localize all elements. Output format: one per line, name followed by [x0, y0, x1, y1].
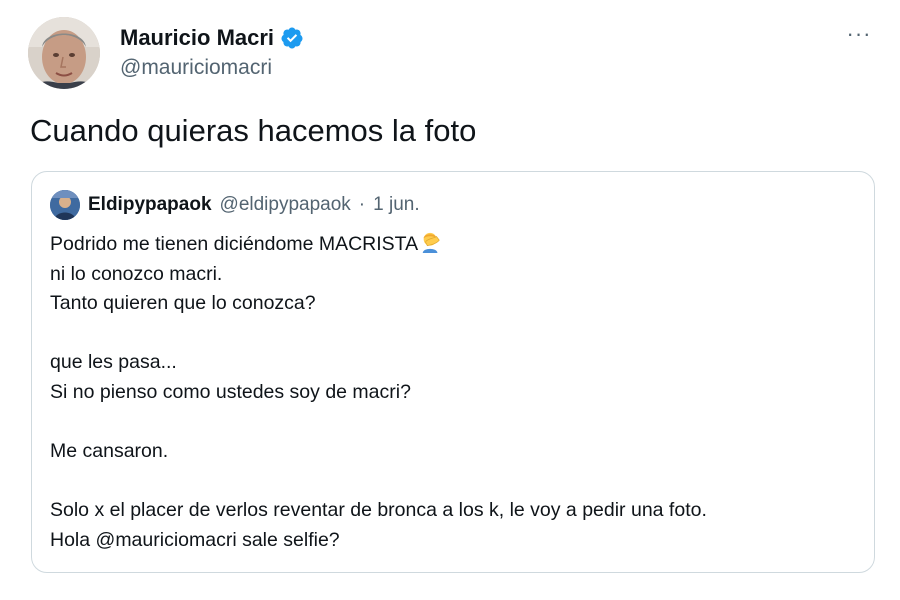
quoted-text-line: que les pasa...	[50, 351, 177, 374]
author-name-row: Mauricio Macri	[120, 24, 304, 52]
quoted-text-line: Me cansaron.	[50, 440, 169, 463]
facepalm-emoji-icon	[422, 232, 440, 253]
quoted-tweet-date[interactable]: 1 jun.	[373, 194, 419, 216]
author-display-name[interactable]: Mauricio Macri	[120, 25, 274, 51]
quoted-text-line: Tanto quieren que lo conozca?	[50, 292, 316, 315]
tweet-text: Cuando quieras hacemos la foto	[30, 113, 477, 148]
more-options-icon[interactable]: ···	[844, 23, 874, 48]
quoted-text-line: Si no pienso como ustedes soy de macri?	[50, 380, 411, 403]
quoted-text-line: Solo x el placer de verlos reventar de b…	[50, 499, 707, 522]
quoted-author-display-name: Eldipypapaok	[88, 194, 212, 215]
quoted-text-line: Hola @mauriciomacri sale selfie?	[50, 528, 340, 551]
quoted-text-line: ni lo conozco macri.	[50, 262, 223, 285]
tweet: Mauricio Macri @mauriciomacri ··· Cuando…	[0, 0, 900, 600]
separator-dot: ·	[358, 194, 366, 215]
author-block: Mauricio Macri @mauriciomacri	[120, 24, 304, 80]
quoted-tweet-card[interactable]: Eldipypapaok @eldipypapaok · 1 jun. Podr…	[31, 171, 875, 573]
profile-photo-icon	[28, 17, 100, 89]
quoted-author-avatar	[50, 190, 80, 220]
quoted-tweet-text: Podrido me tienen diciéndome MACRISTA ni…	[50, 230, 850, 556]
quoted-text-line: Podrido me tienen diciéndome MACRISTA	[50, 230, 850, 260]
quoted-tweet-header: Eldipypapaok @eldipypapaok · 1 jun.	[50, 190, 420, 220]
quoted-author-handle: @eldipypapaok	[219, 194, 351, 215]
verified-badge-icon	[281, 27, 303, 49]
author-avatar[interactable]	[28, 17, 100, 89]
profile-photo-icon	[50, 190, 80, 220]
author-handle[interactable]: @mauriciomacri	[120, 56, 304, 80]
